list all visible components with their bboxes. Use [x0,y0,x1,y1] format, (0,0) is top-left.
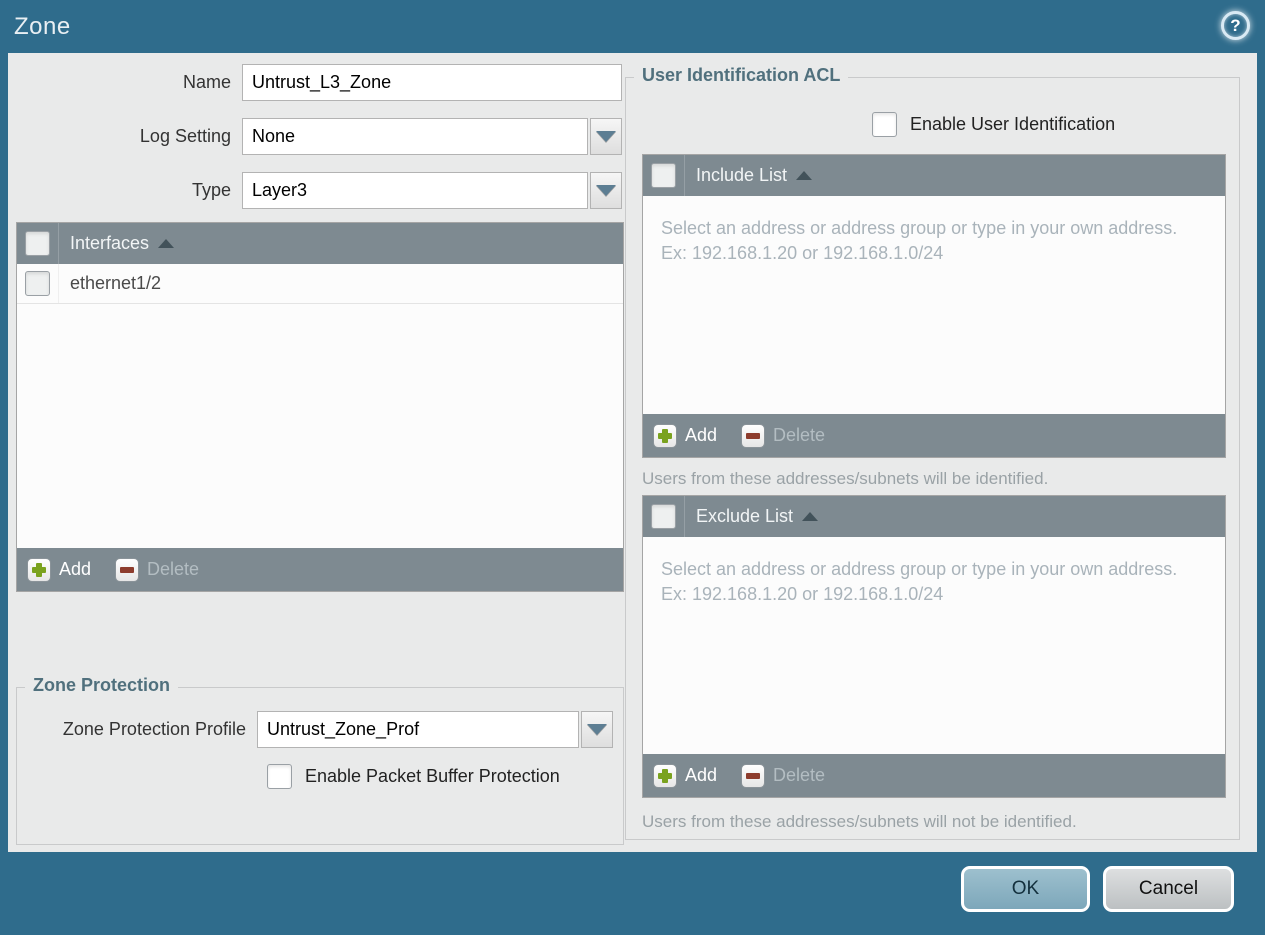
plus-icon [653,763,677,788]
interfaces-header-label: Interfaces [70,233,150,253]
include-list-column-header[interactable]: Include List [696,165,813,186]
zone-protection-profile-input[interactable] [257,710,579,748]
type-combo [242,171,622,209]
dialog-titlebar: Zone ? [0,0,1265,53]
page-title: Zone [14,13,71,40]
packet-buffer-protection-label: Enable Packet Buffer Protection [305,766,560,786]
cancel-button[interactable]: Cancel [1103,866,1234,912]
packet-buffer-protection-row: Enable Packet Buffer Protection [267,764,560,789]
interfaces-footer: Add Delete [17,548,623,591]
type-input[interactable] [242,171,588,209]
interfaces-panel: Interfaces ethernet1/2 Add Delete [16,222,624,592]
zone-protection-group: Zone Protection Zone Protection Profile … [16,675,624,845]
zone-dialog: Name Log Setting Type Interfaces [8,53,1257,852]
exclude-list-body[interactable]: Select an address or address group or ty… [643,537,1225,754]
include-header-checkbox-cell [643,155,685,196]
interfaces-header-checkbox-cell [17,223,59,264]
delete-button-label: Delete [773,425,826,445]
exclude-list-placeholder: Select an address or address group or ty… [661,559,1178,604]
include-list-header-label: Include List [696,165,788,185]
enable-user-identification-checkbox[interactable] [872,112,897,137]
row-checkbox[interactable] [25,271,50,296]
minus-icon [741,763,766,788]
user-identification-legend: User Identification ACL [634,65,849,86]
include-list-footer: Add Delete [643,414,1225,457]
add-button[interactable]: Add [27,557,92,582]
enable-user-identification-label: Enable User Identification [910,114,1116,134]
packet-buffer-protection-checkbox[interactable] [267,764,292,789]
add-button-label: Add [685,425,718,445]
plus-icon [27,557,51,582]
name-label: Name [182,71,231,92]
log-setting-dropdown-button[interactable] [590,117,622,155]
exclude-header-checkbox-cell [643,496,685,537]
sort-ascending-icon [158,239,175,248]
log-setting-input[interactable] [242,117,588,155]
include-list-panel: Include List Select an address or addres… [642,154,1226,458]
add-button-label: Add [685,765,718,785]
name-row: Name [14,63,622,101]
exclude-list-panel: Exclude List Select an address or addres… [642,495,1226,798]
minus-icon [115,557,140,582]
table-row[interactable]: ethernet1/2 [17,264,623,304]
type-label: Type [191,179,231,200]
exclude-list-header-label: Exclude List [696,506,794,526]
chevron-down-icon [596,130,616,142]
exclude-select-all-checkbox[interactable] [651,504,676,529]
include-list-caption: Users from these addresses/subnets will … [642,469,1049,488]
add-button[interactable]: Add [653,423,718,448]
exclude-list-caption: Users from these addresses/subnets will … [642,812,1077,831]
interfaces-column-header[interactable]: Interfaces [70,233,175,254]
include-select-all-checkbox[interactable] [651,163,676,188]
include-list-header: Include List [643,155,1225,196]
delete-button-label: Delete [147,559,200,579]
help-icon[interactable]: ? [1221,11,1250,40]
ok-button[interactable]: OK [961,866,1090,912]
exclude-list-footer: Add Delete [643,754,1225,797]
log-setting-combo [242,117,622,155]
delete-button-label: Delete [773,765,826,785]
plus-icon [653,423,677,448]
exclude-list-column-header[interactable]: Exclude List [696,506,819,527]
zone-protection-profile-dropdown-button[interactable] [581,710,613,748]
exclude-list-header: Exclude List [643,496,1225,537]
interfaces-header: Interfaces [17,223,623,264]
chevron-down-icon [596,184,616,196]
enable-user-identification-row: Enable User Identification [872,112,1115,137]
row-checkbox-cell [17,264,59,303]
zone-protection-profile-combo [257,710,613,748]
sort-ascending-icon [796,171,813,180]
delete-button[interactable]: Delete [741,423,826,448]
name-input[interactable] [242,63,622,101]
zone-protection-legend: Zone Protection [25,675,179,696]
chevron-down-icon [587,723,607,735]
zone-protection-profile-label: Zone Protection Profile [62,718,246,739]
sort-ascending-icon [802,512,819,521]
log-setting-row: Log Setting [14,117,622,155]
add-button-label: Add [59,559,92,579]
include-list-placeholder: Select an address or address group or ty… [661,218,1178,263]
interface-name: ethernet1/2 [70,273,162,293]
include-list-body[interactable]: Select an address or address group or ty… [643,196,1225,414]
delete-button[interactable]: Delete [741,763,826,788]
interfaces-select-all-checkbox[interactable] [25,231,50,256]
delete-button[interactable]: Delete [115,557,200,582]
add-button[interactable]: Add [653,763,718,788]
type-row: Type [14,171,622,209]
interfaces-body: ethernet1/2 [17,264,623,548]
type-dropdown-button[interactable] [590,171,622,209]
minus-icon [741,423,766,448]
log-setting-label: Log Setting [139,125,231,146]
zone-protection-profile-row: Zone Protection Profile [17,710,613,748]
user-identification-group: User Identification ACL Enable User Iden… [625,65,1240,840]
